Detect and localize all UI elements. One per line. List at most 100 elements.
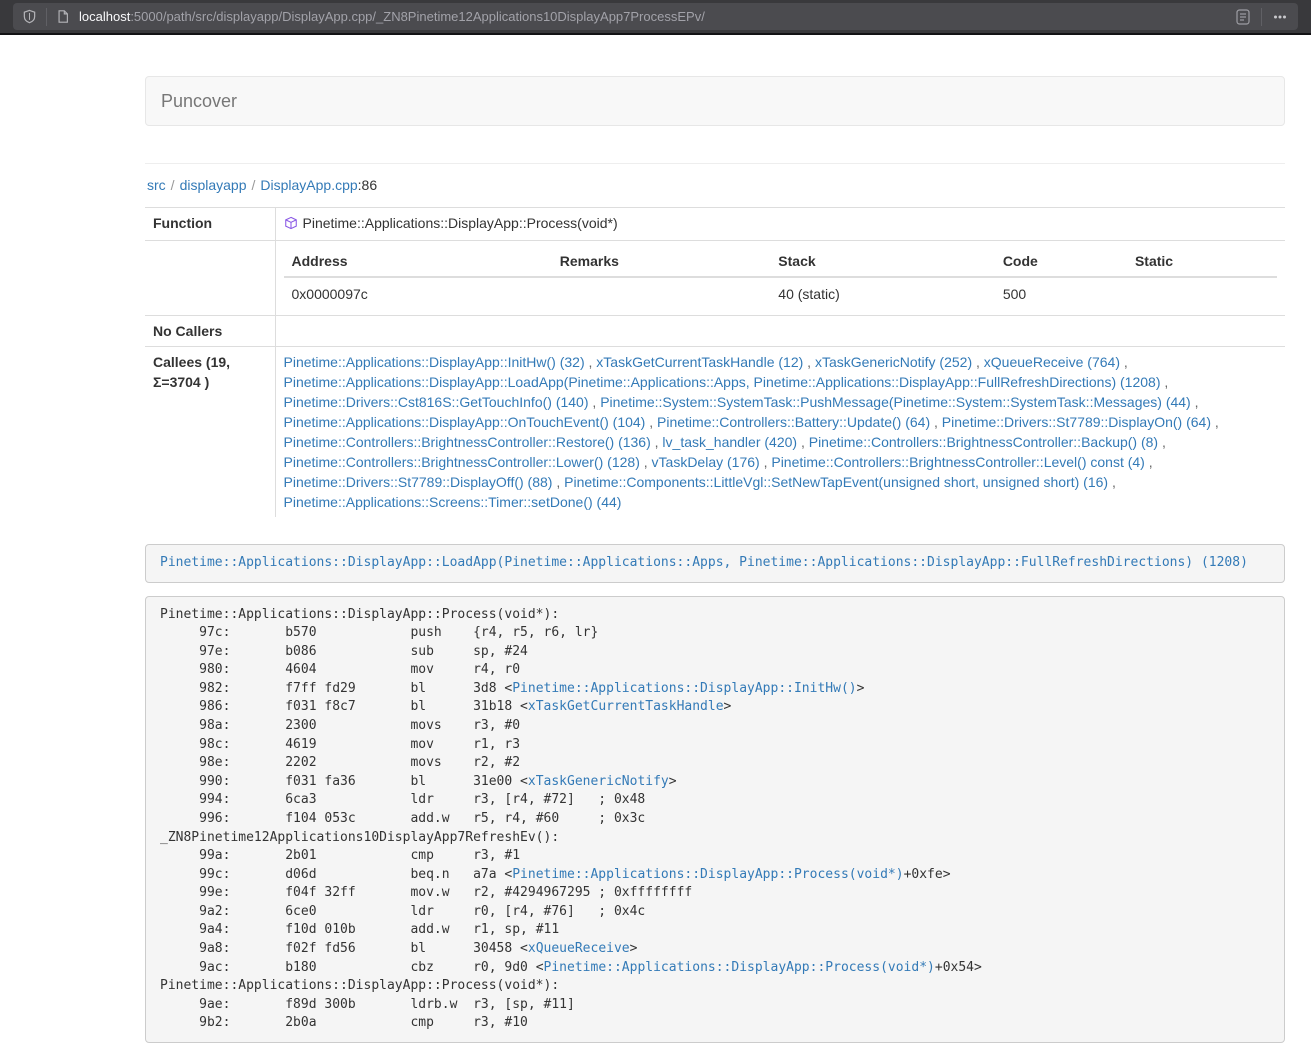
code-symbol-link[interactable]: xTaskGetCurrentTaskHandle (528, 699, 724, 714)
breadcrumb: src/displayapp/DisplayApp.cpp:86 (147, 177, 1285, 193)
callee-link[interactable]: Pinetime::Drivers::Cst816S::GetTouchInfo… (284, 394, 589, 410)
code-line: Pinetime::Applications::DisplayApp::Proc… (160, 606, 1270, 625)
code-line: 986: f031 f8c7 bl 31b18 <xTaskGetCurrent… (160, 698, 1270, 717)
stack-value: 40 (static) (770, 277, 995, 310)
code-line: 9a2: 6ce0 ldr r0, [r4, #76] ; 0x4c (160, 903, 1270, 922)
code-line: 97c: b570 push {r4, r5, r6, lr} (160, 624, 1270, 643)
address-value: 0x0000097c (284, 277, 552, 310)
signature-link[interactable]: Pinetime::Applications::DisplayApp::Load… (160, 555, 1248, 570)
callee-link[interactable]: Pinetime::Applications::DisplayApp::Load… (284, 374, 1161, 390)
function-name-cell: Pinetime::Applications::DisplayApp::Proc… (275, 208, 1285, 241)
col-static: Static (1127, 246, 1277, 277)
stats-row-label-empty (145, 241, 275, 316)
callee-separator: , (1108, 474, 1116, 490)
code-line: Pinetime::Applications::DisplayApp::Proc… (160, 977, 1270, 996)
callee-separator: , (1211, 414, 1219, 430)
code-line: 99a: 2b01 cmp r3, #1 (160, 847, 1270, 866)
disassembly-code: Pinetime::Applications::DisplayApp::Proc… (145, 596, 1285, 1043)
overflow-menu-icon[interactable] (1271, 8, 1289, 26)
callee-link[interactable]: lv_task_handler (420) (662, 434, 797, 450)
callee-separator: , (651, 434, 663, 450)
code-size-value: 500 (995, 277, 1127, 310)
callee-separator: , (640, 454, 652, 470)
code-symbol-link[interactable]: Pinetime::Applications::DisplayApp::Proc… (544, 960, 935, 975)
code-symbol-link[interactable]: Pinetime::Applications::DisplayApp::Init… (512, 681, 856, 696)
code-line: 990: f031 fa36 bl 31e00 <xTaskGenericNot… (160, 773, 1270, 792)
code-symbol-link[interactable]: xTaskGenericNotify (528, 774, 669, 789)
callee-separator: , (1120, 354, 1128, 370)
stats-cell: Address Remarks Stack Code Static 0x0000… (275, 241, 1285, 316)
callees-row: Callees (19, Σ=3704 ) Pinetime::Applicat… (145, 347, 1285, 518)
url-text[interactable]: localhost:5000/path/src/displayapp/Displ… (79, 9, 705, 24)
col-address: Address (284, 246, 552, 277)
callee-link[interactable]: Pinetime::Drivers::St7789::DisplayOn() (… (942, 414, 1211, 430)
callee-link[interactable]: Pinetime::Controllers::BrightnessControl… (771, 454, 1144, 470)
callee-link[interactable]: Pinetime::Components::LittleVgl::SetNewT… (564, 474, 1108, 490)
callee-separator: , (589, 394, 601, 410)
callee-link[interactable]: Pinetime::Applications::DisplayApp::OnTo… (284, 414, 646, 430)
code-line: 99c: d06d beq.n a7a <Pinetime::Applicati… (160, 866, 1270, 885)
callee-link[interactable]: Pinetime::System::SystemTask::PushMessag… (600, 394, 1191, 410)
code-line: 982: f7ff fd29 bl 3d8 <Pinetime::Applica… (160, 680, 1270, 699)
code-line: 9ae: f89d 300b ldrb.w r3, [sp, #11] (160, 996, 1270, 1015)
callees-label: Callees (19, Σ=3704 ) (145, 347, 275, 518)
page-container: Puncover src/displayapp/DisplayApp.cpp:8… (145, 35, 1285, 1043)
brand-link[interactable]: Puncover (161, 91, 237, 112)
callee-link[interactable]: Pinetime::Controllers::BrightnessControl… (284, 434, 651, 450)
breadcrumb-separator: / (247, 177, 261, 193)
code-line: 98e: 2202 movs r2, #2 (160, 754, 1270, 773)
reader-mode-icon[interactable] (1234, 8, 1252, 26)
code-line: 9b2: 2b0a cmp r3, #10 (160, 1014, 1270, 1033)
breadcrumb-link-src[interactable]: src (147, 177, 166, 193)
code-symbol-link[interactable]: Pinetime::Applications::DisplayApp::Proc… (512, 867, 903, 882)
url-bar-divider (1261, 8, 1262, 26)
callee-link[interactable]: Pinetime::Controllers::BrightnessControl… (809, 434, 1158, 450)
package-icon (284, 215, 298, 235)
page-icon[interactable] (56, 9, 70, 24)
stats-row: Address Remarks Stack Code Static 0x0000… (145, 241, 1285, 316)
no-callers-cell (275, 316, 1285, 347)
callee-separator: , (1158, 434, 1166, 450)
url-path: :5000/path/src/displayapp/DisplayApp.cpp… (130, 9, 705, 24)
url-bar[interactable]: localhost:5000/path/src/displayapp/Displ… (13, 3, 1298, 30)
col-stack: Stack (770, 246, 995, 277)
url-host: localhost (79, 9, 130, 24)
col-code: Code (995, 246, 1127, 277)
code-line: 994: 6ca3 ldr r3, [r4, #72] ; 0x48 (160, 791, 1270, 810)
callee-link[interactable]: Pinetime::Drivers::St7789::DisplayOff() … (284, 474, 553, 490)
callee-link[interactable]: Pinetime::Applications::DisplayApp::Init… (284, 354, 585, 370)
callee-separator: , (760, 454, 772, 470)
code-line: 99e: f04f 32ff mov.w r2, #4294967295 ; 0… (160, 884, 1270, 903)
callee-link[interactable]: xQueueReceive (764) (984, 354, 1120, 370)
callee-link[interactable]: Pinetime::Applications::Screens::Timer::… (284, 494, 622, 510)
breadcrumb-link-displayapp[interactable]: displayapp (180, 177, 247, 193)
signature-box: Pinetime::Applications::DisplayApp::Load… (145, 544, 1285, 583)
function-row-label: Function (145, 208, 275, 241)
stats-header-row: Address Remarks Stack Code Static (284, 246, 1278, 277)
callee-separator: , (1160, 374, 1168, 390)
breadcrumb-separator: / (166, 177, 180, 193)
stats-value-row: 0x0000097c 40 (static) 500 (284, 277, 1278, 310)
callee-separator: , (803, 354, 815, 370)
code-line: 97e: b086 sub sp, #24 (160, 643, 1270, 662)
code-line: 9a4: f10d 010b add.w r1, sp, #11 (160, 921, 1270, 940)
code-line: 980: 4604 mov r4, r0 (160, 661, 1270, 680)
function-row: Function Pinetime::Applications::Display… (145, 208, 1285, 241)
shield-icon[interactable] (22, 9, 37, 24)
callee-link[interactable]: Pinetime::Controllers::BrightnessControl… (284, 454, 640, 470)
callee-separator: , (585, 354, 597, 370)
breadcrumb-link-file[interactable]: DisplayApp.cpp (260, 177, 357, 193)
code-symbol-link[interactable]: xQueueReceive (528, 941, 630, 956)
navbar: Puncover (145, 76, 1285, 126)
remarks-value (552, 277, 771, 310)
callee-separator: , (1191, 394, 1199, 410)
callee-link[interactable]: vTaskDelay (176) (652, 454, 760, 470)
stats-table: Address Remarks Stack Code Static 0x0000… (284, 246, 1278, 310)
callee-separator: , (930, 414, 942, 430)
callees-list: Pinetime::Applications::DisplayApp::Init… (275, 347, 1285, 518)
callee-link[interactable]: Pinetime::Controllers::Battery::Update()… (657, 414, 930, 430)
code-line: _ZN8Pinetime12Applications10DisplayApp7R… (160, 829, 1270, 848)
code-line: 9a8: f02f fd56 bl 30458 <xQueueReceive> (160, 940, 1270, 959)
callee-link[interactable]: xTaskGetCurrentTaskHandle (12) (596, 354, 803, 370)
callee-link[interactable]: xTaskGenericNotify (252) (815, 354, 972, 370)
